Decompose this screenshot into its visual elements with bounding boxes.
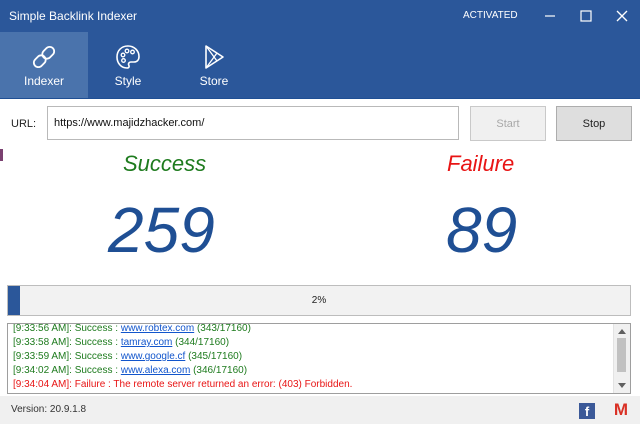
tab-style[interactable]: Style [88, 32, 168, 98]
maximize-icon [580, 10, 592, 22]
log-scrollbar[interactable] [613, 324, 630, 393]
facebook-icon[interactable]: f [579, 403, 595, 419]
log-entry-text: [9:34:04 AM]: Failure : The remote serve… [13, 379, 353, 390]
play-store-icon [205, 45, 224, 69]
log-entry: [9:34:02 AM]: Success : www.alexa.com (3… [13, 364, 612, 378]
tab-indexer[interactable]: Indexer [0, 32, 88, 98]
version-label: Version: 20.9.1.8 [11, 404, 87, 415]
log-entry: [9:33:59 AM]: Success : www.google.cf (3… [13, 350, 612, 364]
status-footer: Version: 20.9.1.8 f M [0, 396, 640, 424]
log-entry-link[interactable]: tamray.com [121, 337, 173, 348]
palette-icon [116, 45, 140, 69]
progress-label: 2% [311, 295, 327, 306]
log-entry-suffix: (345/17160) [185, 351, 243, 362]
url-label: URL: [11, 118, 37, 130]
log-panel[interactable]: [9:33:56 AM]: Success : www.robtex.com (… [7, 323, 631, 394]
window-edge-mark [0, 149, 3, 161]
maximize-button[interactable] [568, 0, 604, 32]
scroll-down-button[interactable] [614, 379, 630, 393]
tab-style-label: Style [114, 74, 142, 88]
tab-indexer-label: Indexer [23, 74, 65, 88]
log-entry-suffix: (346/17160) [190, 365, 248, 376]
log-entry-link[interactable]: www.google.cf [121, 351, 185, 362]
progress-bar: 2% [7, 285, 631, 316]
gmail-icon[interactable]: M [611, 400, 631, 419]
tab-store[interactable]: Store [174, 32, 254, 98]
log-entry-text: [9:33:59 AM]: Success : [13, 351, 121, 362]
chevron-up-icon [618, 329, 626, 334]
scroll-thumb[interactable] [617, 338, 626, 372]
url-input[interactable] [47, 106, 459, 140]
log-entry-link[interactable]: www.alexa.com [121, 365, 190, 376]
log-entry-text: [9:33:56 AM]: Success : [13, 323, 121, 334]
failure-label: Failure [447, 151, 515, 176]
log-entry-suffix: (343/17160) [194, 323, 251, 334]
link-icon [32, 45, 56, 69]
chevron-down-icon [618, 383, 626, 388]
nav-toolbar: Indexer Style Store [0, 32, 640, 98]
log-entry: [9:33:58 AM]: Success : tamray.com (344/… [13, 336, 612, 350]
log-entry-text: [9:34:02 AM]: Success : [13, 365, 121, 376]
success-label: Success [123, 151, 207, 176]
log-entry: [9:33:56 AM]: Success : www.robtex.com (… [13, 323, 612, 336]
log-entry-link[interactable]: www.robtex.com [121, 324, 194, 334]
scroll-up-button[interactable] [614, 324, 630, 338]
minimize-button[interactable] [532, 0, 568, 32]
activation-status: ACTIVATED [463, 10, 518, 21]
app-title: Simple Backlink Indexer [9, 9, 138, 23]
log-entry-text: [9:33:58 AM]: Success : [13, 337, 121, 348]
start-button[interactable]: Start [470, 106, 546, 141]
log-entry-suffix: (344/17160) [172, 337, 230, 348]
title-bar[interactable]: Simple Backlink Indexer ACTIVATED [0, 0, 640, 32]
toolbar-divider [0, 98, 640, 99]
minimize-icon [545, 15, 555, 17]
app-window: Simple Backlink Indexer ACTIVATED Indexe… [0, 0, 640, 424]
success-count: 259 [108, 194, 215, 266]
close-icon [616, 10, 628, 22]
stop-button[interactable]: Stop [556, 106, 632, 141]
log-entry: [9:34:04 AM]: Failure : The remote serve… [13, 378, 612, 392]
failure-count: 89 [446, 194, 518, 266]
log-lines: [9:33:56 AM]: Success : www.robtex.com (… [13, 323, 612, 392]
close-button[interactable] [604, 0, 640, 32]
tab-store-label: Store [199, 74, 229, 88]
